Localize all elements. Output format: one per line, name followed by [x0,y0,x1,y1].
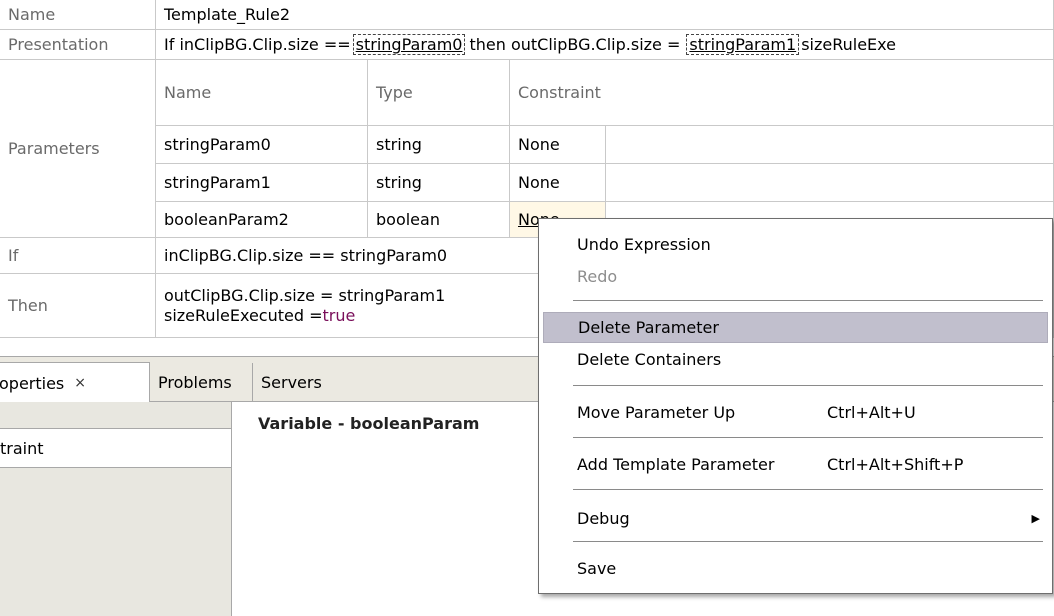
menu-add-template-label: Add Template Parameter [577,454,775,474]
then-line-2: sizeRuleExecuted =true [164,306,355,326]
presentation-row-label: Presentation [0,30,156,60]
menu-item-redo: Redo [543,261,1048,291]
menu-separator [573,489,1043,490]
param-row-1-constraint[interactable]: None [510,164,606,202]
menu-delete-containers-label: Delete Containers [577,349,722,369]
context-menu: Undo Expression Redo Delete Parameter De… [538,218,1053,594]
menu-item-delete-parameter[interactable]: Delete Parameter [543,312,1048,343]
menu-delete-parameter-label: Delete Parameter [578,318,719,337]
param-header-type: Type [368,60,510,126]
then-line-2-value: true [322,305,356,325]
tab-servers-label: Servers [261,373,322,392]
presentation-param0-slot[interactable]: stringParam0 [352,34,466,55]
tab-problems[interactable]: Problems [150,363,240,402]
param-row-1-name[interactable]: stringParam1 [156,164,368,202]
menu-item-move-parameter-up[interactable]: Move Parameter Up Ctrl+Alt+U [543,397,1048,427]
close-icon[interactable]: × [74,375,86,391]
menu-separator [573,541,1043,542]
menu-separator [573,437,1043,438]
param-header-name: Name [156,60,368,126]
presentation-middle: then outClipBG.Clip.size = [469,35,681,54]
param-row-2-type[interactable]: boolean [368,202,510,238]
then-line-2-prefix: sizeRuleExecuted = [164,305,323,325]
presentation-prefix: If inClipBG.Clip.size == [164,35,351,54]
parameters-row-label: Parameters [0,60,156,238]
presentation-value[interactable]: If inClipBG.Clip.size == stringParam0 th… [156,30,1054,60]
menu-item-delete-containers[interactable]: Delete Containers [543,344,1048,374]
presentation-param1-slot[interactable]: stringParam1 [686,34,800,55]
presentation-suffix: sizeRuleExe [801,35,896,54]
tab-properties-label: operties [0,373,65,393]
if-row-label: If [0,238,156,274]
menu-move-up-shortcut: Ctrl+Alt+U [827,402,916,422]
properties-tab-list: traint [0,402,232,616]
param-row-0-extra [606,126,1054,164]
param-header-constraint: Constraint [510,60,1054,126]
rule-name-value[interactable]: Template_Rule2 [156,0,1054,30]
menu-item-undo-expression[interactable]: Undo Expression [543,229,1048,259]
param-row-1-type[interactable]: string [368,164,510,202]
menu-item-add-template-parameter[interactable]: Add Template Parameter Ctrl+Alt+Shift+P [543,449,1048,479]
tab-properties[interactable]: operties × [0,362,150,403]
menu-move-up-label: Move Parameter Up [577,402,736,422]
param-row-1-extra [606,164,1054,202]
tab-servers[interactable]: Servers [252,363,330,402]
menu-add-template-shortcut: Ctrl+Alt+Shift+P [827,454,964,474]
menu-undo-label: Undo Expression [577,234,711,254]
menu-separator [573,300,1043,301]
variable-title: Variable - booleanParam [258,414,480,433]
menu-redo-label: Redo [577,266,618,286]
then-line-1: outClipBG.Clip.size = stringParam1 [164,285,446,305]
menu-separator [573,385,1043,386]
name-row-label: Name [0,0,156,30]
param-row-0-name[interactable]: stringParam0 [156,126,368,164]
menu-debug-label: Debug [577,508,630,528]
menu-item-debug[interactable]: Debug ▶ [543,503,1048,533]
menu-item-save[interactable]: Save [543,553,1048,583]
menu-save-label: Save [577,558,617,578]
submenu-arrow-icon: ▶ [1031,511,1040,525]
param-row-0-constraint[interactable]: None [510,126,606,164]
properties-tab-constraint[interactable]: traint [0,428,231,468]
then-row-label: Then [0,274,156,338]
param-row-2-name[interactable]: booleanParam2 [156,202,368,238]
tab-problems-label: Problems [158,373,232,392]
properties-tab-constraint-label: traint [0,438,44,458]
param-row-0-type[interactable]: string [368,126,510,164]
